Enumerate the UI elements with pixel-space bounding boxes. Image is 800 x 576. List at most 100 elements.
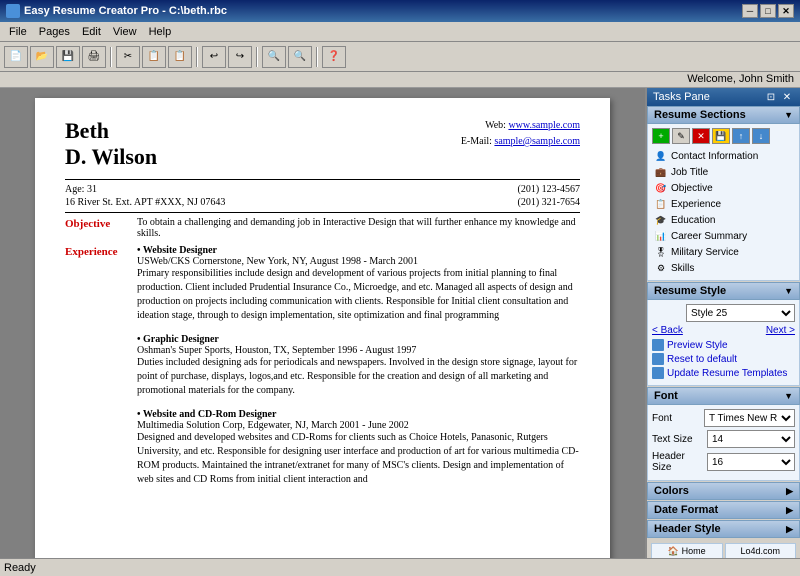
window-controls: ─ □ ✕ bbox=[742, 4, 794, 18]
resume-header: Beth D. Wilson Web: www.sample.com E-Mai… bbox=[65, 118, 580, 171]
section-item-military[interactable]: 🎖 Military Service bbox=[652, 244, 795, 260]
separator-3 bbox=[256, 47, 258, 67]
resume-style-title[interactable]: Resume Style ▼ bbox=[647, 282, 800, 300]
toolbar-new[interactable]: 📄 bbox=[4, 46, 28, 68]
next-button[interactable]: Next > bbox=[766, 325, 795, 336]
status-text: Ready bbox=[4, 562, 36, 574]
down-section-btn[interactable]: ↓ bbox=[752, 128, 770, 144]
text-size-label: Text Size bbox=[652, 434, 704, 445]
resume-sections-title[interactable]: Resume Sections ▼ bbox=[647, 106, 800, 124]
separator-2 bbox=[196, 47, 198, 67]
save-section-btn[interactable]: 💾 bbox=[712, 128, 730, 144]
header-style-title[interactable]: Header Style ▶ bbox=[647, 520, 800, 538]
section-item-objective[interactable]: 🎯 Objective bbox=[652, 180, 795, 196]
style-select[interactable]: Style 25 bbox=[686, 304, 795, 322]
job-company-2: Oshman's Super Sports, Houston, TX, Sept… bbox=[137, 345, 580, 356]
colors-arrow: ▶ bbox=[786, 486, 793, 497]
header-style-arrow: ▶ bbox=[786, 524, 793, 535]
objective-section: Objective To obtain a challenging and de… bbox=[65, 217, 580, 239]
preview-style-icon bbox=[652, 339, 664, 351]
menu-bar: File Pages Edit View Help bbox=[0, 22, 800, 42]
tasks-pane-footer: 🏠 Home Lo4d.com bbox=[647, 539, 800, 558]
update-templates-link[interactable]: Update Resume Templates bbox=[652, 367, 795, 379]
section-toolbar: + ✎ ✕ 💾 ↑ ↓ bbox=[652, 128, 795, 144]
toolbar-open[interactable]: 📂 bbox=[30, 46, 54, 68]
preview-style-link[interactable]: Preview Style bbox=[652, 339, 795, 351]
toolbar-zoom-out[interactable]: 🔍 bbox=[288, 46, 312, 68]
text-size-select[interactable]: 14 bbox=[707, 430, 795, 448]
font-panel-title[interactable]: Font ▼ bbox=[647, 387, 800, 405]
address-line-2: 16 River St. Ext. APT #XXX, NJ 07643 (20… bbox=[65, 197, 580, 208]
job-company-1: USWeb/CKS Cornerstone, New York, NY, Aug… bbox=[137, 256, 580, 267]
maximize-button[interactable]: □ bbox=[760, 4, 776, 18]
section-item-skills[interactable]: ⚙ Skills bbox=[652, 260, 795, 276]
header-size-select[interactable]: 16 bbox=[707, 453, 795, 471]
menu-help[interactable]: Help bbox=[144, 25, 177, 39]
email-url[interactable]: sample@sample.com bbox=[494, 136, 580, 147]
load4d-link[interactable]: Lo4d.com bbox=[725, 543, 797, 558]
toolbar-zoom-in[interactable]: 🔍 bbox=[262, 46, 286, 68]
contact-icon: 👤 bbox=[654, 149, 668, 163]
close-button[interactable]: ✕ bbox=[778, 4, 794, 18]
toolbar-help[interactable]: ❓ bbox=[322, 46, 346, 68]
toolbar-paste[interactable]: 📋 bbox=[168, 46, 192, 68]
section-item-education[interactable]: 🎓 Education bbox=[652, 212, 795, 228]
section-item-contact[interactable]: 👤 Contact Information bbox=[652, 148, 795, 164]
job-desc-2: Duties included designing ads for period… bbox=[137, 356, 580, 398]
section-item-experience[interactable]: 📋 Experience bbox=[652, 196, 795, 212]
date-format-title[interactable]: Date Format ▶ bbox=[647, 501, 800, 519]
web-url[interactable]: www.sample.com bbox=[508, 120, 580, 131]
delete-section-btn[interactable]: ✕ bbox=[692, 128, 710, 144]
resume-area: Beth D. Wilson Web: www.sample.com E-Mai… bbox=[0, 88, 645, 558]
status-bar: Ready bbox=[0, 558, 800, 576]
menu-pages[interactable]: Pages bbox=[34, 25, 75, 39]
toolbar-print[interactable]: 🖨 bbox=[82, 46, 106, 68]
email-label: E-Mail: bbox=[461, 136, 492, 147]
address-divider bbox=[65, 212, 580, 213]
resume-style-arrow: ▼ bbox=[784, 286, 793, 296]
job-desc-3: Designed and developed websites and CD-R… bbox=[137, 431, 580, 487]
job-desc-1: Primary responsibilities include design … bbox=[137, 267, 580, 323]
tasks-float-button[interactable]: ⊡ bbox=[764, 90, 778, 104]
toolbar-cut[interactable]: ✂ bbox=[116, 46, 140, 68]
reset-link[interactable]: Reset to default bbox=[652, 353, 795, 365]
edit-section-btn[interactable]: ✎ bbox=[672, 128, 690, 144]
colors-panel-title[interactable]: Colors ▶ bbox=[647, 482, 800, 500]
header-size-label: Header Size bbox=[652, 451, 704, 473]
welcome-text: Welcome, John Smith bbox=[687, 73, 794, 85]
menu-edit[interactable]: Edit bbox=[77, 25, 106, 39]
separator-4 bbox=[316, 47, 318, 67]
objective-content: To obtain a challenging and demanding jo… bbox=[137, 217, 580, 239]
add-section-btn[interactable]: + bbox=[652, 128, 670, 144]
resume-name-2: D. Wilson bbox=[65, 144, 157, 170]
toolbar-redo[interactable]: ↪ bbox=[228, 46, 252, 68]
reset-icon bbox=[652, 353, 664, 365]
section-item-jobtitle[interactable]: 💼 Job Title bbox=[652, 164, 795, 180]
experience-section: Experience Website Designer USWeb/CKS Co… bbox=[65, 245, 580, 487]
minimize-button[interactable]: ─ bbox=[742, 4, 758, 18]
job-title-3: Website and CD-Rom Designer bbox=[137, 409, 580, 420]
menu-file[interactable]: File bbox=[4, 25, 32, 39]
experience-icon: 📋 bbox=[654, 197, 668, 211]
objective-label: Objective bbox=[65, 217, 137, 239]
resume-page: Beth D. Wilson Web: www.sample.com E-Mai… bbox=[35, 98, 610, 558]
toolbar-copy[interactable]: 📋 bbox=[142, 46, 166, 68]
resume-sections-arrow: ▼ bbox=[784, 110, 793, 120]
font-select[interactable]: T Times New R bbox=[704, 409, 795, 427]
tasks-close-button[interactable]: ✕ bbox=[780, 90, 794, 104]
menu-view[interactable]: View bbox=[108, 25, 142, 39]
header-style-panel: Header Style ▶ bbox=[647, 520, 800, 538]
toolbar-save[interactable]: 💾 bbox=[56, 46, 80, 68]
title-bar: Easy Resume Creator Pro - C:\beth.rbc ─ … bbox=[0, 0, 800, 22]
status-top-bar: Welcome, John Smith bbox=[0, 72, 800, 88]
date-format-panel: Date Format ▶ bbox=[647, 501, 800, 519]
window-title: Easy Resume Creator Pro - C:\beth.rbc bbox=[24, 5, 227, 17]
address-line: Age: 31 (201) 123-4567 bbox=[65, 184, 580, 195]
section-item-career[interactable]: 📊 Career Summary bbox=[652, 228, 795, 244]
phone1: (201) 123-4567 bbox=[518, 184, 581, 195]
up-section-btn[interactable]: ↑ bbox=[732, 128, 750, 144]
back-button[interactable]: < Back bbox=[652, 325, 683, 336]
jobtitle-icon: 💼 bbox=[654, 165, 668, 179]
toolbar-undo[interactable]: ↩ bbox=[202, 46, 226, 68]
home-link[interactable]: 🏠 Home bbox=[651, 543, 723, 558]
